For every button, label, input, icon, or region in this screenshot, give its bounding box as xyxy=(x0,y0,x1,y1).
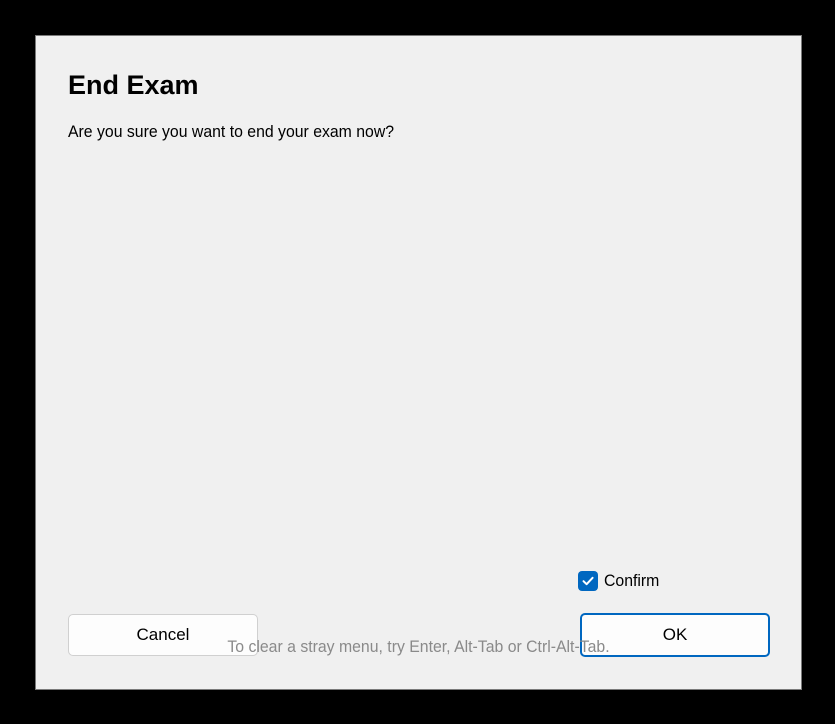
confirm-label: Confirm xyxy=(604,571,660,590)
end-exam-dialog: End Exam Are you sure you want to end yo… xyxy=(35,35,802,690)
hint-text: To clear a stray menu, try Enter, Alt-Ta… xyxy=(227,637,610,656)
dialog-message: Are you sure you want to end your exam n… xyxy=(68,122,395,141)
dialog-title: End Exam xyxy=(68,70,199,100)
checkmark-icon xyxy=(582,576,594,586)
confirm-checkbox-row[interactable]: Confirm xyxy=(578,568,664,594)
confirm-checkbox[interactable] xyxy=(578,571,598,591)
